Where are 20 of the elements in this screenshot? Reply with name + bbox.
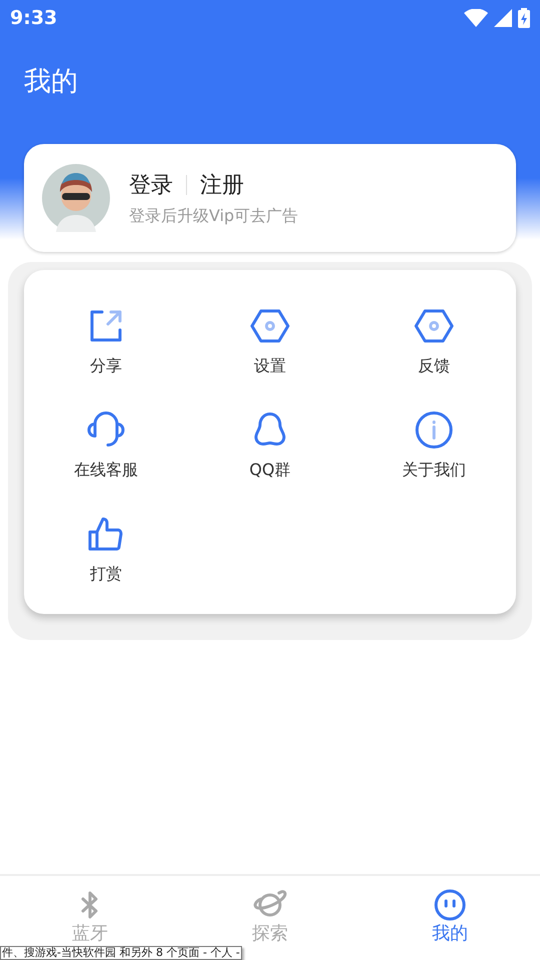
menu-label[interactable]: 打赏 — [90, 562, 122, 586]
avatar — [42, 164, 110, 232]
menu-label[interactable]: QQ群 — [249, 458, 291, 482]
menu-label[interactable]: 在线客服 — [74, 458, 138, 482]
smiley-icon — [433, 888, 467, 922]
register-link[interactable]: 注册 — [200, 168, 244, 202]
page-title: 我的 — [24, 64, 78, 99]
signal-icon — [494, 9, 512, 27]
tooltip: 件、搜游戏-当快软件园 和另外 8 个页面 - 个人 - — [0, 946, 242, 960]
battery-icon — [518, 8, 530, 28]
info-icon — [414, 410, 454, 450]
menu-label[interactable]: 分享 — [90, 354, 122, 378]
status-time: 9:33 — [10, 6, 58, 31]
login-link[interactable]: 登录 — [129, 168, 173, 202]
nav-tab[interactable]: 我的 — [360, 888, 540, 948]
menu-label[interactable]: 设置 — [254, 354, 286, 378]
menu-label[interactable]: 关于我们 — [402, 458, 466, 482]
vip-hint: 登录后升级Vip可去广告 — [129, 204, 298, 226]
menu-label[interactable]: 反馈 — [418, 354, 450, 378]
wifi-icon — [464, 9, 488, 27]
